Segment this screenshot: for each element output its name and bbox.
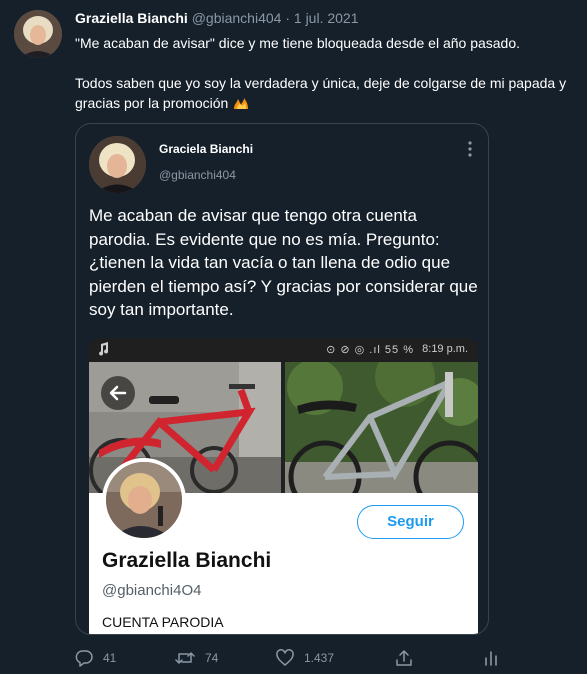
like-count: 1.437 bbox=[304, 651, 335, 665]
share-icon bbox=[395, 649, 413, 667]
status-icons: ⊙ ⊘ ◎ .ıl 55 % bbox=[326, 344, 414, 356]
fire-icon bbox=[232, 95, 250, 109]
reply-icon bbox=[75, 649, 93, 667]
analytics-button[interactable] bbox=[482, 645, 500, 671]
status-time: 8:19 p.m. bbox=[422, 343, 468, 355]
quoted-author-name[interactable]: Graciela Bianchi bbox=[159, 142, 253, 156]
author-handle[interactable]: @gbianchi404 bbox=[192, 10, 282, 26]
quoted-tweet-card[interactable]: Graciela Bianchi @gbianchi404 Me acaban … bbox=[75, 123, 489, 635]
heart-icon bbox=[276, 649, 294, 667]
back-arrow-icon[interactable] bbox=[101, 376, 135, 410]
quoted-tweet-text: Me acaban de avisar que tengo otra cuent… bbox=[89, 206, 478, 319]
quoted-author-handle[interactable]: @gbianchi404 bbox=[159, 168, 236, 182]
more-options-icon[interactable] bbox=[462, 140, 478, 158]
retweet-button[interactable]: 74 bbox=[175, 645, 218, 671]
cover-photo-right bbox=[285, 347, 478, 514]
phone-status-bar: ⊙ ⊘ ◎ .ıl 55 % 8:19 p.m. bbox=[89, 338, 478, 362]
tweet-text-line-1: "Me acaban de avisar" dice y me tiene bl… bbox=[75, 35, 521, 51]
profile-handle: @gbianchi4O4 bbox=[102, 582, 202, 599]
profile-name: Graziella Bianchi bbox=[102, 549, 272, 572]
tweet-actions: 41 74 1.437 bbox=[0, 645, 587, 673]
follow-button[interactable]: Seguir bbox=[357, 505, 464, 539]
tweet-text-line-2: Todos saben que yo soy la verdadera y ún… bbox=[75, 75, 567, 111]
retweet-count: 74 bbox=[205, 651, 219, 665]
share-button[interactable] bbox=[395, 645, 413, 671]
reply-count: 41 bbox=[103, 651, 117, 665]
analytics-icon bbox=[482, 649, 500, 667]
like-button[interactable]: 1.437 bbox=[276, 645, 334, 671]
reply-button[interactable]: 41 bbox=[75, 645, 116, 671]
tweet-date[interactable]: · 1 jul. 2021 bbox=[285, 10, 358, 26]
music-icon bbox=[97, 342, 109, 359]
quoted-author-avatar[interactable] bbox=[89, 136, 146, 193]
tweet-header: Graziella Bianchi @gbianchi404 · 1 jul. … bbox=[75, 10, 359, 26]
author-name[interactable]: Graziella Bianchi bbox=[75, 10, 188, 26]
author-avatar[interactable] bbox=[14, 10, 62, 58]
tweet-text: "Me acaban de avisar" dice y me tiene bl… bbox=[75, 33, 570, 113]
retweet-icon bbox=[175, 649, 195, 667]
profile-avatar[interactable] bbox=[102, 458, 186, 542]
profile-bio: CUENTA PARODIA bbox=[102, 614, 224, 630]
profile-screenshot[interactable]: ⊙ ⊘ ◎ .ıl 55 % 8:19 p.m. Seguir Graziell… bbox=[89, 338, 478, 634]
